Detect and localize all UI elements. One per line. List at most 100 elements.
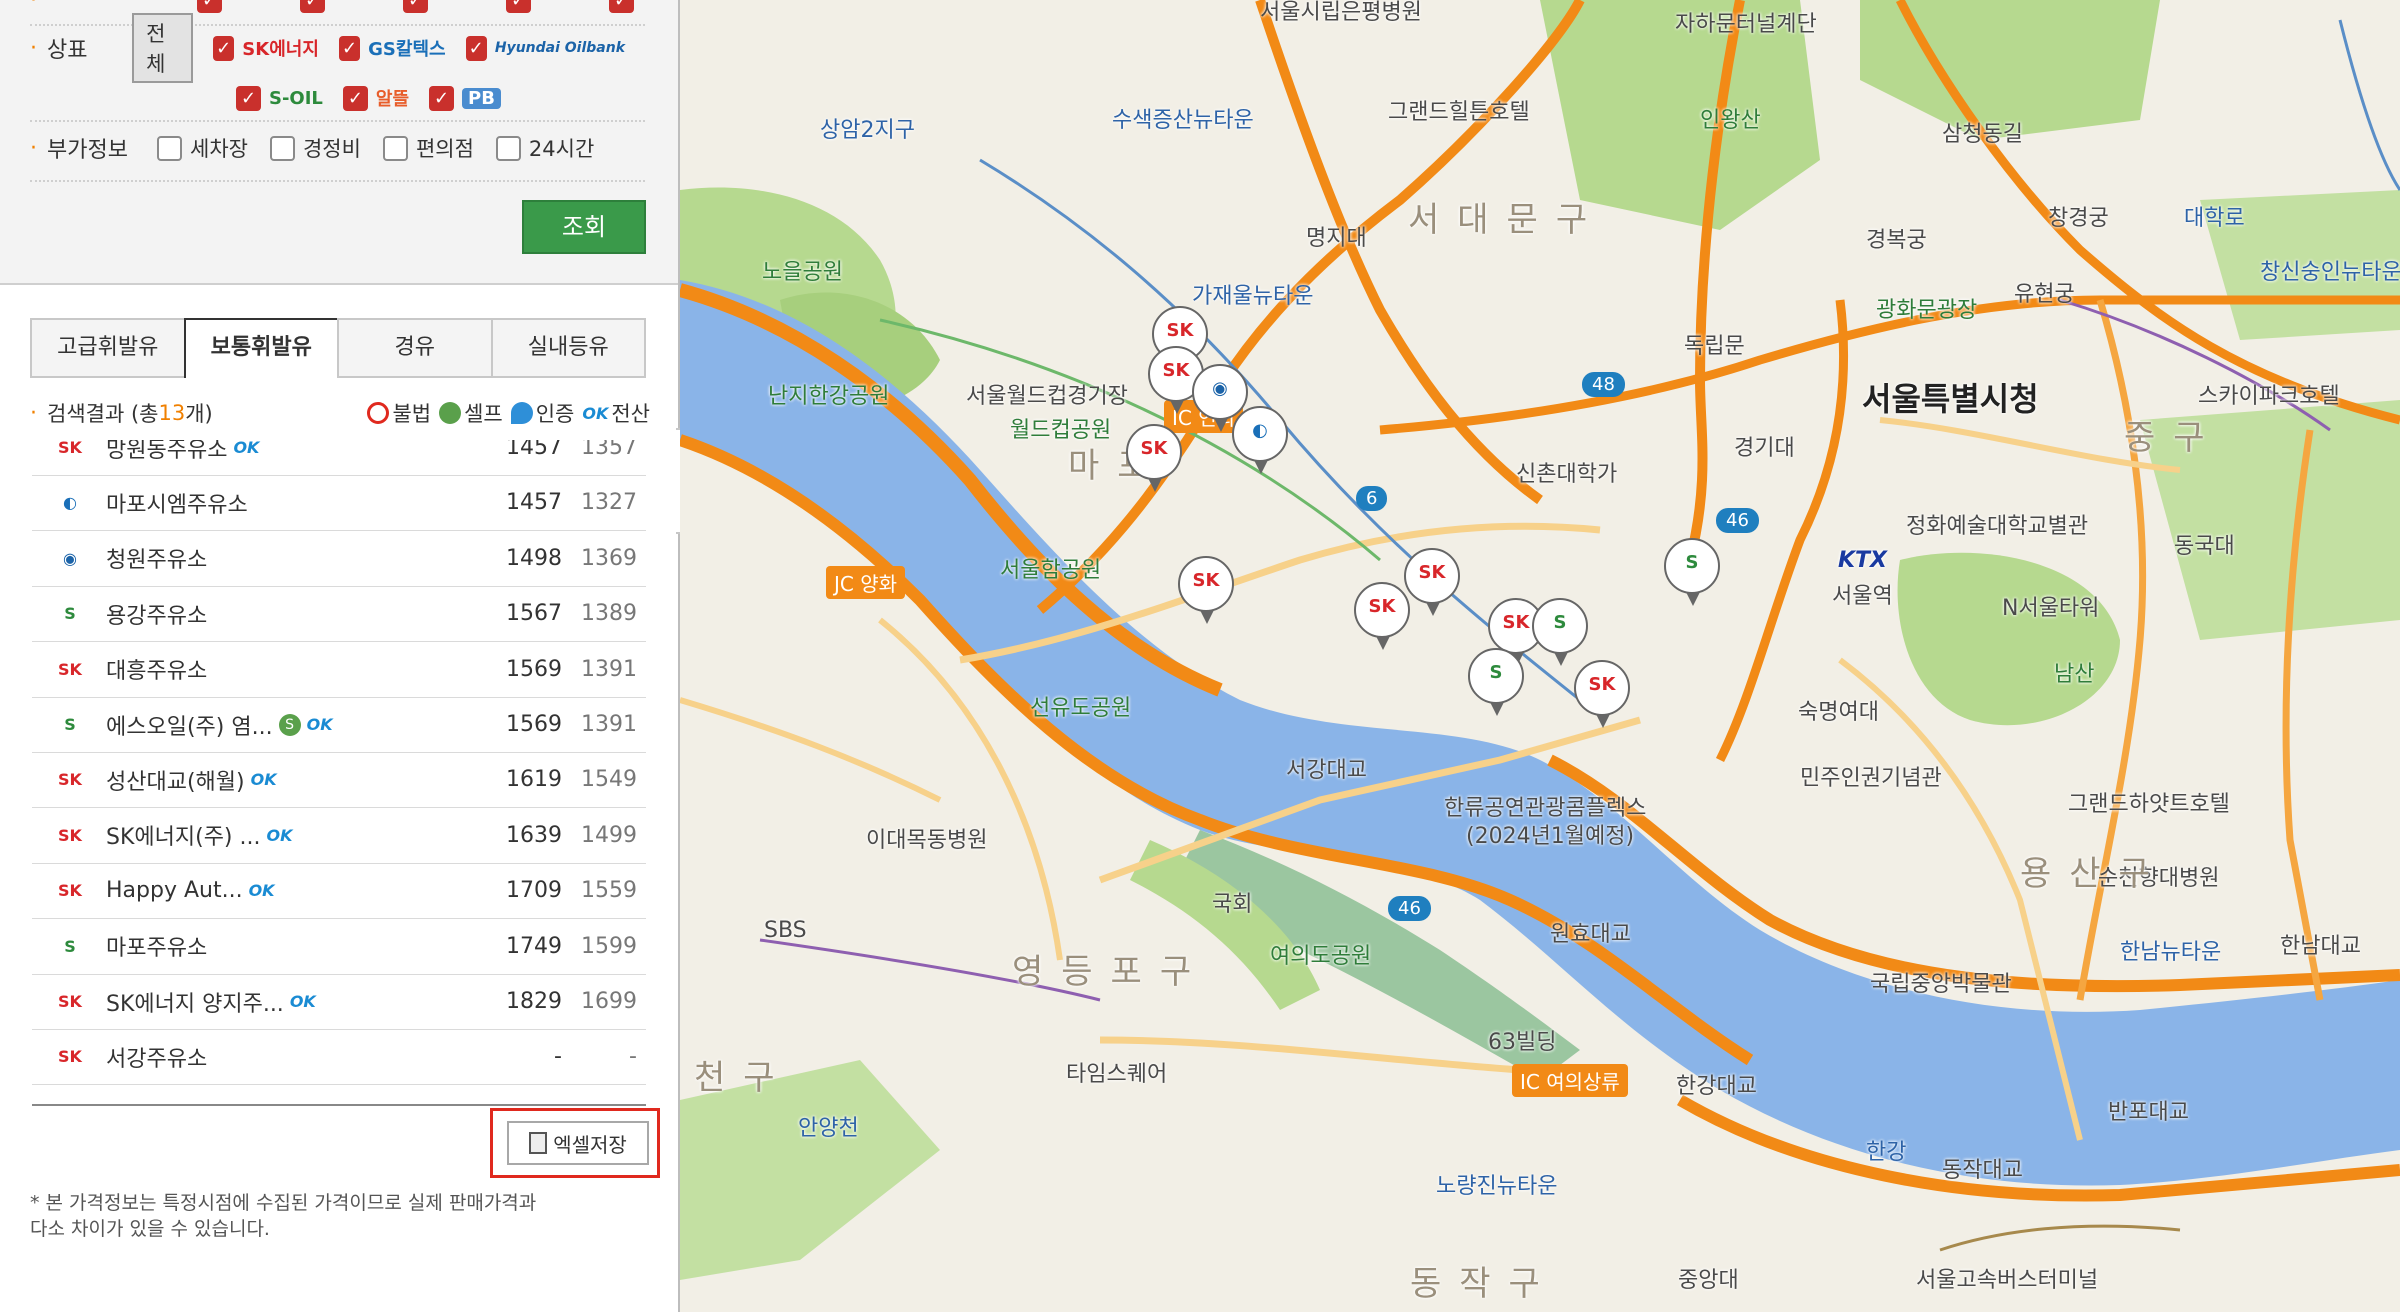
price-self: 1639 xyxy=(506,822,562,848)
gas-station-pin[interactable]: SK xyxy=(1404,548,1462,618)
price-self: 1829 xyxy=(506,989,562,1014)
excel-save-button[interactable]: 엑셀저장 xyxy=(507,1121,649,1165)
ok-icon: OK xyxy=(266,825,293,845)
station-name: 대흥주유소 xyxy=(106,653,406,685)
checkbox[interactable]: ✓ xyxy=(403,0,428,13)
brand-logo-icon: S xyxy=(1553,612,1567,633)
brand-gs-checkbox[interactable]: ✓ xyxy=(338,35,361,61)
brand-logo-icon: ◐ xyxy=(63,493,77,513)
brand-pb-checkbox[interactable]: ✓ xyxy=(429,85,455,111)
brand-sk-checkbox[interactable]: ✓ xyxy=(213,35,235,61)
map-place-label: 그랜드하얏트호텔 xyxy=(2068,792,2230,817)
divider xyxy=(30,180,645,182)
station-name: 용강주유소 xyxy=(106,598,406,630)
ok-icon: OK xyxy=(248,881,275,901)
tab-diesel[interactable]: 경유 xyxy=(337,318,493,378)
brand-pb-logo: PB xyxy=(462,87,501,109)
brand-soil-logo: S-OIL xyxy=(269,87,323,109)
station-name: 서강주유소 xyxy=(106,1041,406,1073)
brand-altteul-checkbox[interactable]: ✓ xyxy=(342,85,368,111)
brand-logo-icon: SK xyxy=(1192,570,1220,591)
divider xyxy=(30,24,645,26)
brand-logo-icon: S xyxy=(64,936,76,956)
price-full: 1357 xyxy=(581,440,637,460)
24h-checkbox[interactable] xyxy=(495,135,521,161)
price-full: 1699 xyxy=(581,989,637,1014)
repair-checkbox[interactable] xyxy=(269,135,295,161)
brand-altteul-logo: 알뜰 xyxy=(375,89,410,110)
table-row[interactable]: S 에스오일(주) 염... S OK 1569 1391 xyxy=(32,697,646,753)
gas-station-pin[interactable]: ◐ xyxy=(1232,406,1290,476)
price-self: 1709 xyxy=(506,878,562,904)
station-name: 성산대교(해월) OK xyxy=(106,764,406,796)
map-place-label: 창경궁 xyxy=(2048,206,2109,231)
gas-station-pin[interactable]: S xyxy=(1532,598,1590,668)
table-row[interactable]: SK Happy Aut... OK 1709 1559 xyxy=(32,863,646,920)
map-place-label: 서강대교 xyxy=(1286,758,1367,783)
map-place-label: 대학로 xyxy=(2184,206,2245,231)
fuel-type-row: · ✓ ✓ ✓ ✓ ✓ xyxy=(30,0,645,13)
gas-station-pin[interactable]: SK xyxy=(1574,660,1632,730)
brand-logo-icon: SK xyxy=(1368,596,1396,617)
price-self: 1569 xyxy=(506,712,562,737)
map-district-label: 영등포구 xyxy=(1012,952,1210,992)
ok-icon: OK xyxy=(233,440,260,457)
tab-kerosene[interactable]: 실내등유 xyxy=(490,318,646,378)
convenience-checkbox[interactable] xyxy=(382,135,408,161)
table-row[interactable]: ◐ 마포시엠주유소 1457 1327 xyxy=(32,475,646,532)
brand-soil-checkbox[interactable]: ✓ xyxy=(236,85,261,111)
table-row[interactable]: SK SK에너지(주) ... OK 1639 1499 xyxy=(32,808,646,864)
price-full: 1389 xyxy=(581,601,637,627)
map-place-label: 동국대 xyxy=(2174,534,2235,559)
gas-station-pin[interactable]: SK xyxy=(1126,424,1184,494)
brand-hyundai-checkbox[interactable]: ✓ xyxy=(465,35,487,61)
table-row[interactable]: SK 대흥주유소 1569 1391 xyxy=(32,642,646,698)
carwash-checkbox[interactable] xyxy=(157,135,182,161)
table-bottom-line xyxy=(32,1104,646,1106)
price-self: 1567 xyxy=(506,601,562,627)
checkbox[interactable]: ✓ xyxy=(300,0,325,13)
brand-logo-icon: SK xyxy=(58,992,82,1011)
convenience-label: 편의점 xyxy=(415,137,474,161)
extra-label: 부가정보 xyxy=(47,138,128,163)
brand-row: · 상표 전체 ✓ SK에너지 ✓ GS칼텍스 ✓ Hyundai Oilban… xyxy=(30,13,645,83)
search-button[interactable]: 조회 xyxy=(522,200,646,254)
map-place-label: 서울함공원 xyxy=(1000,558,1102,583)
brand-all-button[interactable]: 전체 xyxy=(132,13,193,83)
station-name-text: 에스오일(주) 염... xyxy=(106,714,273,740)
tab-premium-gasoline[interactable]: 고급휘발유 xyxy=(30,318,186,378)
gas-station-pin[interactable]: S xyxy=(1468,648,1526,718)
table-row[interactable]: S 용강주유소 1567 1389 xyxy=(32,586,646,643)
checkbox[interactable]: ✓ xyxy=(197,0,222,13)
map-place-label: 한남대교 xyxy=(2280,934,2361,959)
excel-highlight: 엑셀저장 xyxy=(490,1108,660,1178)
station-name-text: 대흥주유소 xyxy=(106,659,208,685)
file-icon xyxy=(529,1132,548,1154)
tab-regular-gasoline[interactable]: 보통휘발유 xyxy=(183,318,339,378)
checkbox[interactable]: ✓ xyxy=(506,0,531,13)
station-name: 마포시엠주유소 xyxy=(106,487,406,519)
map-place-label: 타임스퀘어 xyxy=(1066,1062,1168,1087)
price-self: 1749 xyxy=(506,933,562,959)
gas-station-pin[interactable]: SK xyxy=(1178,556,1236,626)
brand-logo-icon: S xyxy=(1685,552,1699,573)
checkbox[interactable]: ✓ xyxy=(609,0,634,13)
table-row[interactable]: SK SK에너지 양지주... OK 1829 1699 xyxy=(32,974,646,1030)
map-place-label: N서울타워 xyxy=(2002,596,2100,621)
bullet: · xyxy=(30,0,37,13)
map-place-label: 한남뉴타운 xyxy=(2120,940,2222,965)
brand-row-2: ✓ S-OIL ✓ 알뜰 ✓ PB xyxy=(236,78,645,118)
map[interactable]: 서울시립은평병원 자하문터널계단 상암2지구 수색증산뉴타운 그랜드힐튼호텔 인왕산 삼청동… xyxy=(680,0,2400,1312)
ok-icon: OK xyxy=(306,715,333,734)
gas-station-pin[interactable]: S xyxy=(1664,538,1722,608)
table-row[interactable]: S 마포주유소 1749 1599 xyxy=(32,919,646,975)
brand-logo-icon: SK xyxy=(58,770,82,790)
table-row[interactable]: ◉ 청원주유소 1498 1369 xyxy=(32,531,646,587)
station-name-text: Happy Aut... xyxy=(106,878,243,904)
ic-label: IC 여의상류 xyxy=(1512,1064,1628,1097)
table-row[interactable]: SK 성산대교(해월) OK 1619 1549 xyxy=(32,752,646,809)
price-full: 1499 xyxy=(581,822,637,848)
brand-sk-logo: SK에너지 xyxy=(242,39,319,60)
table-row[interactable]: SK 망원동주유소 OK 1457 1357 xyxy=(32,440,646,476)
table-row[interactable]: SK 서강주유소 - - xyxy=(32,1029,646,1086)
